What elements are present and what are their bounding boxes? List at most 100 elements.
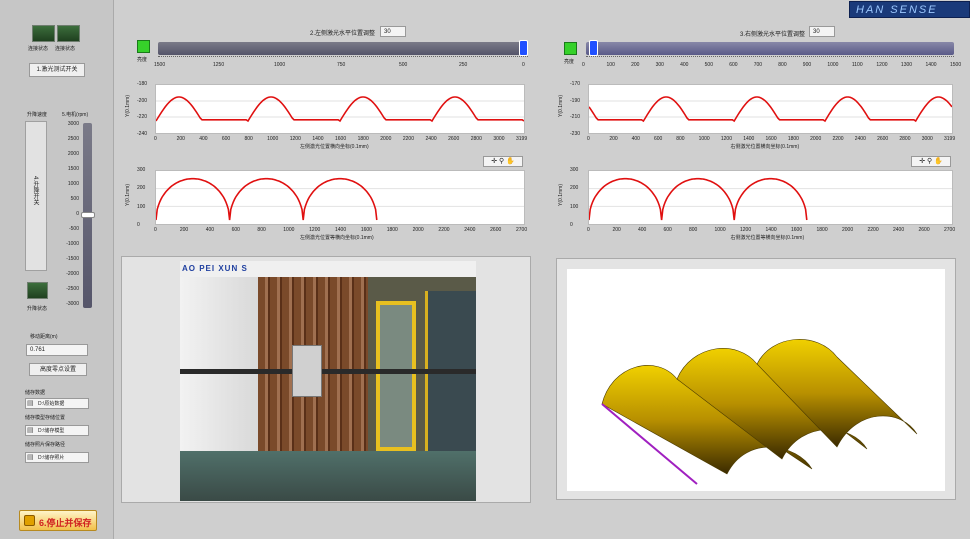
left-slider-tick: 1500 bbox=[154, 62, 166, 68]
y-axis-label: Y(0.1mm) bbox=[558, 95, 564, 117]
right-laser-value[interactable]: 30 bbox=[809, 26, 835, 37]
left-laser-slider-handle[interactable] bbox=[519, 40, 528, 56]
stop-save-label: 6.停止并保存 bbox=[39, 518, 92, 528]
speed-tick: -2000 bbox=[66, 271, 79, 277]
x-tick: 200 bbox=[612, 227, 621, 233]
save-image-path[interactable]: D:\储存照片 bbox=[25, 452, 89, 463]
right-slider-tick: 1000 bbox=[827, 62, 839, 68]
x-tick: 200 bbox=[609, 136, 618, 142]
x-tick: 3199 bbox=[944, 136, 956, 142]
x-tick: 2600 bbox=[918, 227, 930, 233]
x-tick: 2200 bbox=[867, 227, 879, 233]
x-tick: 400 bbox=[638, 227, 647, 233]
speed-tick: -500 bbox=[68, 226, 79, 232]
x-tick: 600 bbox=[663, 227, 672, 233]
x-tick: 2400 bbox=[893, 227, 905, 233]
x-tick: 2000 bbox=[412, 227, 424, 233]
right-laser-slider[interactable] bbox=[586, 40, 954, 56]
status-label-1: 连接状态 bbox=[28, 46, 49, 52]
right-laser-title: 3.右侧激光水平位置调整 bbox=[740, 32, 806, 38]
y-tick: 200 bbox=[570, 185, 579, 192]
speed-tick: 1000 bbox=[67, 181, 79, 187]
speed-tick: 1500 bbox=[67, 166, 79, 172]
x-tick: 0 bbox=[154, 227, 157, 233]
save-data-path[interactable]: D:\原始数据 bbox=[25, 398, 89, 409]
right-slider-tick: 200 bbox=[631, 62, 640, 68]
x-tick: 2700 bbox=[944, 227, 956, 233]
speed-slider-handle[interactable] bbox=[81, 212, 95, 218]
stop-save-button[interactable]: 6.停止并保存 bbox=[19, 510, 97, 531]
left-laser-value[interactable]: 30 bbox=[380, 26, 406, 37]
brand-logo: HAN SENSE bbox=[849, 1, 970, 18]
right-slider-tick: 1100 bbox=[851, 62, 863, 68]
left-led bbox=[137, 40, 150, 53]
y-tick: -180 bbox=[137, 81, 148, 87]
plot-tools[interactable]: ✛ ⚲ ✋ bbox=[483, 156, 523, 167]
speed-label: 5.电机(rpm) bbox=[62, 112, 89, 118]
x-tick: 0 bbox=[587, 136, 590, 142]
x-tick: 1400 bbox=[312, 136, 324, 142]
save-model-label: 储存模型存储位置 bbox=[25, 415, 66, 421]
right-slider-tick: 600 bbox=[729, 62, 738, 68]
brand-text: HAN SENSE bbox=[856, 4, 938, 16]
x-tick: 2000 bbox=[842, 227, 854, 233]
left-laser-slider[interactable] bbox=[158, 40, 528, 56]
y-tick: 0 bbox=[570, 222, 573, 228]
lift-speed-label: 升降速度 bbox=[27, 112, 48, 118]
save-model-path[interactable]: D:\储存模型 bbox=[25, 425, 89, 436]
x-tick: 200 bbox=[179, 227, 189, 233]
x-tick: 800 bbox=[257, 227, 266, 233]
x-tick: 1600 bbox=[791, 227, 803, 233]
plot-tools[interactable]: ✛ ⚲ ✋ bbox=[911, 156, 951, 167]
x-tick: 1800 bbox=[357, 136, 369, 142]
right-slider-tick: 700 bbox=[753, 62, 763, 68]
left-slider-scale bbox=[158, 56, 528, 60]
lift-switch-button[interactable]: 4.升降开关 bbox=[25, 121, 47, 271]
x-tick: 1000 bbox=[698, 136, 710, 142]
x-tick: 600 bbox=[231, 227, 240, 233]
save-data-label: 储存数据 bbox=[25, 390, 46, 396]
x-tick: 1200 bbox=[720, 136, 732, 142]
x-tick: 1000 bbox=[267, 136, 279, 142]
x-tick: 1400 bbox=[743, 136, 755, 142]
speed-tick: -1000 bbox=[66, 241, 79, 247]
y-tick: 100 bbox=[137, 203, 146, 210]
camera-sign: AO PEI XUN S bbox=[182, 264, 248, 273]
right-led bbox=[564, 42, 577, 55]
left-corrected-plot bbox=[155, 170, 526, 225]
status-indicator-1 bbox=[32, 25, 55, 42]
right-led-label: 亮度 bbox=[564, 59, 575, 65]
x-tick: 1800 bbox=[386, 227, 398, 233]
laser-test-button[interactable]: 1.激光测试开关 bbox=[29, 63, 85, 77]
right-slider-tick: 0 bbox=[582, 62, 585, 68]
x-tick: 2700 bbox=[516, 227, 528, 233]
x-tick: 3000 bbox=[921, 136, 933, 142]
x-tick: 0 bbox=[154, 136, 157, 142]
x-tick: 2800 bbox=[899, 136, 911, 142]
y-tick: 300 bbox=[137, 167, 146, 173]
right-laser-slider-handle[interactable] bbox=[589, 40, 598, 56]
right-profile-plot bbox=[588, 84, 954, 134]
y-axis-label: Y(0.1mm) bbox=[125, 95, 131, 117]
x-tick: 600 bbox=[653, 136, 663, 142]
y-axis-label: Y(0.1mm) bbox=[125, 183, 131, 206]
profile-trace bbox=[155, 177, 378, 221]
right-slider-scale bbox=[586, 56, 954, 60]
x-tick: 2600 bbox=[877, 136, 889, 142]
x-tick: 2400 bbox=[425, 136, 437, 142]
profile-trace bbox=[588, 177, 808, 221]
speed-tick: -1500 bbox=[66, 256, 79, 262]
left-slider-tick: 750 bbox=[337, 62, 346, 68]
left-laser-title: 2.左侧激光水平位置调整 bbox=[310, 31, 376, 37]
x-tick: 200 bbox=[176, 136, 185, 142]
x-tick: 2000 bbox=[810, 136, 822, 142]
set-zero-button[interactable]: 高度零点设置 bbox=[29, 363, 87, 376]
x-tick: 2600 bbox=[448, 136, 460, 142]
x-tick: 800 bbox=[689, 227, 698, 233]
x-tick: 800 bbox=[244, 136, 253, 142]
x-tick: 1200 bbox=[309, 227, 321, 233]
lift-limit-indicator bbox=[27, 282, 48, 299]
x-tick: 400 bbox=[631, 136, 640, 142]
x-tick: 400 bbox=[199, 136, 208, 142]
right-slider-tick: 900 bbox=[802, 62, 812, 68]
